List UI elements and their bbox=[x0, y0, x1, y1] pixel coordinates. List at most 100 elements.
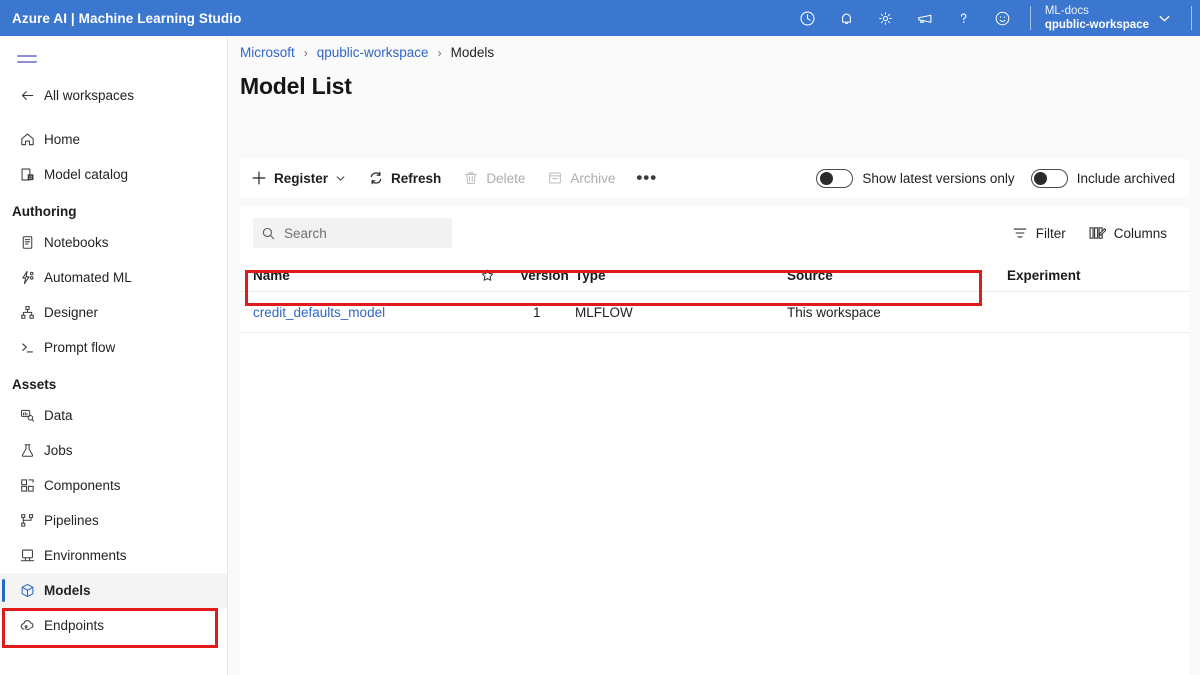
toggle-show-latest-versions-only[interactable]: Show latest versions only bbox=[816, 169, 1014, 188]
column-header-name[interactable]: Name bbox=[253, 268, 480, 283]
sidebar-item-label: Jobs bbox=[44, 443, 73, 458]
search-input[interactable] bbox=[284, 226, 461, 241]
sidebar-item-data[interactable]: Data bbox=[0, 398, 227, 433]
sidebar-item-notebooks[interactable]: Notebooks bbox=[0, 225, 227, 260]
toggle-include-archived[interactable]: Include archived bbox=[1031, 169, 1175, 188]
left-navigation: All workspaces Home Model catalog bbox=[0, 36, 228, 675]
refresh-button[interactable]: Refresh bbox=[357, 159, 452, 197]
columns-edit-icon bbox=[1088, 225, 1106, 241]
sidebar-group-authoring: Authoring bbox=[0, 192, 227, 225]
sidebar-gap bbox=[0, 113, 227, 122]
sidebar-item-all-workspaces[interactable]: All workspaces bbox=[0, 78, 227, 113]
archive-button: Archive bbox=[536, 159, 626, 197]
cell-model-name: credit_defaults_model bbox=[253, 305, 480, 320]
plus-icon bbox=[251, 170, 267, 186]
sidebar-item-label: Home bbox=[44, 132, 80, 147]
models-cube-icon bbox=[12, 582, 42, 599]
column-header-favorite[interactable] bbox=[480, 268, 520, 283]
sidebar-item-jobs[interactable]: Jobs bbox=[0, 433, 227, 468]
sidebar-item-model-catalog[interactable]: Model catalog bbox=[0, 157, 227, 192]
cell-version: 1 bbox=[520, 305, 575, 320]
sidebar-item-environments[interactable]: Environments bbox=[0, 538, 227, 573]
hamburger-menu-icon[interactable] bbox=[0, 42, 227, 76]
sidebar-item-label: Data bbox=[44, 408, 73, 423]
sidebar-item-components[interactable]: Components bbox=[0, 468, 227, 503]
search-icon bbox=[261, 226, 276, 241]
model-name-link[interactable]: credit_defaults_model bbox=[253, 305, 385, 320]
column-header-experiment[interactable]: Experiment bbox=[1007, 268, 1167, 283]
breadcrumb-item-models: Models bbox=[451, 45, 495, 60]
columns-label: Columns bbox=[1114, 226, 1167, 241]
column-header-source[interactable]: Source bbox=[787, 268, 1007, 283]
refresh-label: Refresh bbox=[391, 171, 441, 186]
workspace-name: qpublic-workspace bbox=[1045, 19, 1149, 31]
model-catalog-icon bbox=[12, 166, 42, 183]
header-divider-right bbox=[1191, 6, 1192, 30]
notebook-icon bbox=[12, 234, 42, 251]
arrow-left-icon bbox=[12, 87, 42, 104]
sidebar-item-designer[interactable]: Designer bbox=[0, 295, 227, 330]
smiley-face-icon[interactable] bbox=[983, 0, 1022, 36]
feedback-megaphone-icon[interactable] bbox=[905, 0, 944, 36]
sidebar-item-prompt-flow[interactable]: Prompt flow bbox=[0, 330, 227, 365]
sidebar-item-endpoints[interactable]: Endpoints bbox=[0, 608, 227, 643]
delete-button: Delete bbox=[452, 159, 536, 197]
breadcrumb-item-microsoft[interactable]: Microsoft bbox=[240, 45, 295, 60]
more-horizontal-icon[interactable]: ••• bbox=[626, 159, 667, 197]
help-question-icon[interactable] bbox=[944, 0, 983, 36]
sidebar-item-label: Designer bbox=[44, 305, 98, 320]
sidebar-item-label: Models bbox=[44, 583, 91, 598]
components-icon bbox=[12, 477, 42, 494]
sidebar-item-label: Model catalog bbox=[44, 167, 128, 182]
jobs-flask-icon bbox=[12, 442, 42, 459]
toggle-switch-track[interactable] bbox=[1031, 169, 1068, 188]
toggle-label: Include archived bbox=[1077, 171, 1175, 186]
filter-icon bbox=[1012, 225, 1028, 241]
sidebar-item-label: Automated ML bbox=[44, 270, 132, 285]
cell-type: MLFLOW bbox=[575, 305, 787, 320]
models-table-card: Filter Columns Name bbox=[240, 207, 1189, 675]
chevron-down-icon[interactable] bbox=[335, 173, 346, 184]
search-box[interactable] bbox=[253, 218, 452, 248]
sidebar-item-label: Notebooks bbox=[44, 235, 109, 250]
designer-icon bbox=[12, 304, 42, 321]
sidebar-item-automated-ml[interactable]: Automated ML bbox=[0, 260, 227, 295]
version-value: 1 bbox=[520, 305, 541, 320]
home-icon bbox=[12, 131, 42, 148]
app-brand-title: Azure AI | Machine Learning Studio bbox=[0, 11, 241, 26]
toggle-switch-track[interactable] bbox=[816, 169, 853, 188]
notifications-bell-icon[interactable] bbox=[827, 0, 866, 36]
settings-gear-icon[interactable] bbox=[866, 0, 905, 36]
archive-icon bbox=[547, 170, 563, 186]
history-icon[interactable] bbox=[788, 0, 827, 36]
columns-button[interactable]: Columns bbox=[1079, 218, 1176, 248]
workspace-directory: ML-docs bbox=[1045, 5, 1149, 17]
command-bar-toggles: Show latest versions only Include archiv… bbox=[800, 169, 1189, 188]
filter-button[interactable]: Filter bbox=[1003, 218, 1075, 248]
sidebar-item-label: Endpoints bbox=[44, 618, 104, 633]
endpoints-cloud-icon bbox=[12, 617, 42, 634]
cell-source: This workspace bbox=[787, 305, 1007, 320]
top-header-bar: Azure AI | Machine Learning Studio bbox=[0, 0, 1200, 36]
sidebar-item-pipelines[interactable]: Pipelines bbox=[0, 503, 227, 538]
breadcrumb: Microsoft › qpublic-workspace › Models bbox=[229, 36, 1200, 60]
sidebar-item-label: Environments bbox=[44, 548, 127, 563]
sidebar-item-models[interactable]: Models bbox=[0, 573, 227, 608]
prompt-flow-icon bbox=[12, 339, 42, 356]
azure-ml-studio-window: Azure AI | Machine Learning Studio bbox=[0, 0, 1200, 675]
table-row[interactable]: credit_defaults_model 1 MLFLOW This work… bbox=[240, 292, 1189, 333]
sidebar-item-label: Prompt flow bbox=[44, 340, 115, 355]
breadcrumb-item-workspace[interactable]: qpublic-workspace bbox=[317, 45, 429, 60]
toggle-switch-knob bbox=[820, 172, 833, 185]
chevron-down-icon[interactable] bbox=[1149, 11, 1179, 26]
sidebar-item-label: Components bbox=[44, 478, 121, 493]
toggle-label: Show latest versions only bbox=[862, 171, 1014, 186]
sidebar-item-label: All workspaces bbox=[44, 88, 134, 103]
column-header-version[interactable]: Version bbox=[520, 268, 575, 283]
register-button[interactable]: Register bbox=[240, 159, 357, 197]
sidebar-item-home[interactable]: Home bbox=[0, 122, 227, 157]
workspace-selector[interactable]: ML-docs qpublic-workspace bbox=[1039, 0, 1183, 36]
sidebar-group-assets: Assets bbox=[0, 365, 227, 398]
refresh-icon bbox=[368, 170, 384, 186]
column-header-type[interactable]: Type bbox=[575, 268, 787, 283]
